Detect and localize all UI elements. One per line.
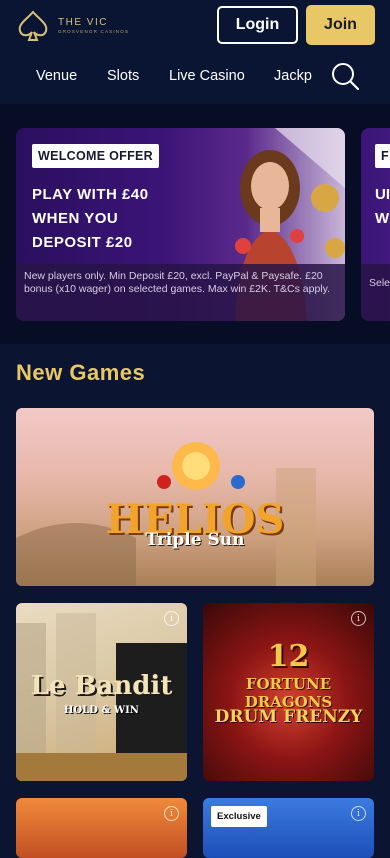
game-tile-helios[interactable]: HELIOS Triple Sun xyxy=(16,408,374,586)
game-title: FORTUNE DRAGONS xyxy=(244,675,333,711)
promo-badge: WELCOME OFFER xyxy=(32,144,160,168)
join-button[interactable]: Join xyxy=(306,5,375,45)
promo-headline-3: DEPOSIT £20 xyxy=(32,234,133,251)
section-title: New Games xyxy=(16,360,146,385)
promo-card-next[interactable]: F UI W Sele vary xyxy=(361,128,390,321)
brand-logo[interactable]: THE VIC GROSVENOR CASINOS xyxy=(16,10,156,42)
promo-carousel: WELCOME OFFER PLAY WITH £40 WHEN YOU DEP… xyxy=(0,104,390,344)
game-subtitle: Triple Sun xyxy=(145,530,245,550)
promo-badge: F xyxy=(375,144,390,168)
promo-terms: Sele vary xyxy=(361,264,390,321)
game-title: Le Bandit xyxy=(30,671,173,701)
nav-item-venue[interactable]: Venue xyxy=(36,68,77,84)
search-icon[interactable] xyxy=(330,61,360,91)
game-tile-le-bandit[interactable]: i Le Bandit HOLD & WIN xyxy=(16,603,187,781)
info-icon[interactable]: i xyxy=(164,806,179,821)
game-number: 12 xyxy=(267,639,310,674)
promo-headline-1: PLAY WITH £40 xyxy=(32,186,149,203)
promo-card-welcome[interactable]: WELCOME OFFER PLAY WITH £40 WHEN YOU DEP… xyxy=(16,128,345,321)
site-header: THE VIC GROSVENOR CASINOS Login Join Ven… xyxy=(0,0,390,104)
game-tile-4[interactable]: i xyxy=(16,798,187,858)
game-subtitle: HOLD & WIN xyxy=(64,705,139,716)
info-icon[interactable]: i xyxy=(351,611,366,626)
exclusive-badge: Exclusive xyxy=(211,806,267,827)
game-tile-fortune-dragons[interactable]: i 12 FORTUNE DRAGONS DRUM FRENZY xyxy=(203,603,374,781)
nav-item-jackpots[interactable]: Jackp xyxy=(274,68,312,84)
spade-logo-icon xyxy=(18,10,48,41)
game-subtitle: DRUM FRENZY xyxy=(214,707,363,727)
brand-subtitle: GROSVENOR CASINOS xyxy=(58,29,130,34)
game-tile-5[interactable]: Exclusive i xyxy=(203,798,374,858)
promo-headline-1: UI xyxy=(375,186,390,203)
brand-name: THE VIC xyxy=(58,17,108,28)
nav-item-slots[interactable]: Slots xyxy=(107,68,139,84)
login-button[interactable]: Login xyxy=(217,6,298,44)
promo-headline-2: WHEN YOU xyxy=(32,210,119,227)
info-icon[interactable]: i xyxy=(351,806,366,821)
nav-item-live-casino[interactable]: Live Casino xyxy=(169,68,245,84)
promo-headline-2: W xyxy=(375,210,390,227)
info-icon[interactable]: i xyxy=(164,611,179,626)
promo-terms: New players only. Min Deposit £20, excl.… xyxy=(16,264,345,321)
